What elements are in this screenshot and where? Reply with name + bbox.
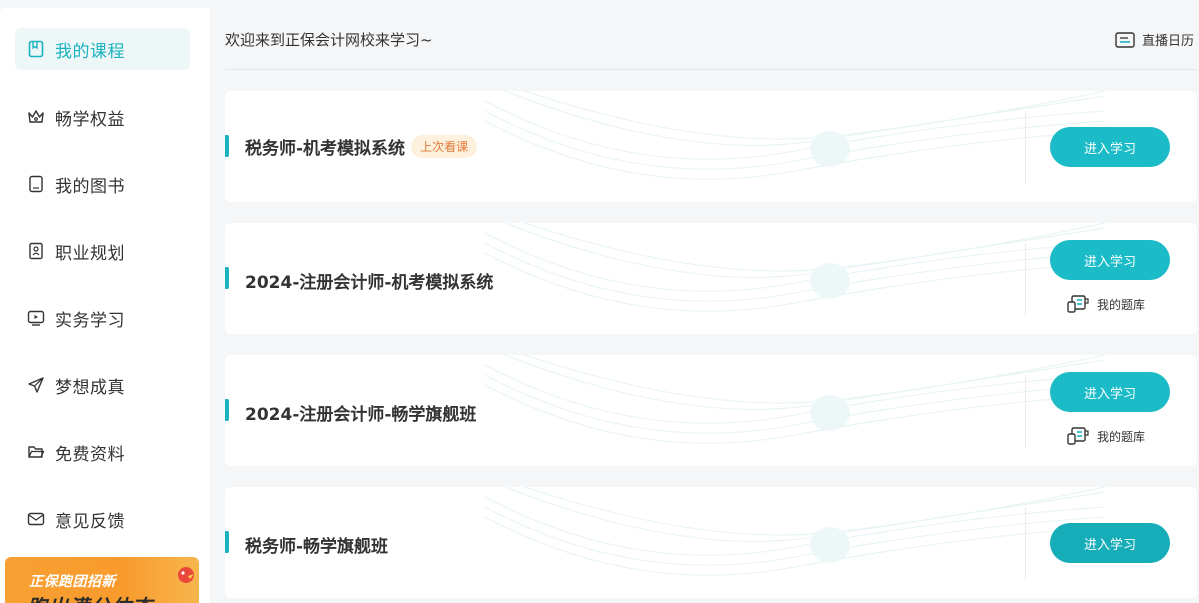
sidebar-item-label: 畅学权益 (55, 109, 125, 130)
enter-study-button[interactable]: 进入学习 (1050, 523, 1170, 563)
accent-bar (225, 135, 229, 157)
card-divider (1025, 375, 1026, 448)
question-bank-link[interactable]: 我的题库 (1067, 295, 1145, 313)
course-title-text: 税务师-畅学旗舰班 (245, 537, 389, 557)
live-calendar-link[interactable]: 直播日历 (1115, 30, 1194, 49)
course-title-text: 2024-注册会计师-机考模拟系统 (245, 273, 494, 293)
course-card: 税务师-机考模拟系统 上次看课 进入学习 (225, 91, 1197, 202)
question-bank-label: 我的题库 (1097, 297, 1146, 312)
enter-study-button[interactable]: 进入学习 (1050, 127, 1170, 167)
wave-decoration (485, 487, 1105, 576)
sidebar-item-label: 意见反馈 (55, 511, 125, 532)
wave-decoration (485, 355, 1105, 444)
sidebar-item-label: 实务学习 (55, 310, 125, 331)
course-title[interactable]: 2024-注册会计师-畅学旗舰班 (245, 400, 476, 425)
sidebar-item-feedback[interactable]: 意见反馈 (15, 498, 190, 540)
course-card: 2024-注册会计师-机考模拟系统 进入学习 我的题库 (225, 223, 1197, 334)
header-divider (225, 69, 1197, 70)
sidebar-item-label: 免费资料 (55, 444, 125, 465)
course-card: 税务师-畅学旗舰班 进入学习 (225, 487, 1197, 598)
question-bank-link[interactable]: 我的题库 (1067, 427, 1145, 445)
banner-line-1: 正保跑团招新 (29, 574, 116, 590)
enter-study-button[interactable]: 进入学习 (1050, 372, 1170, 412)
enter-study-button[interactable]: 进入学习 (1050, 240, 1170, 280)
mascot-icon (175, 565, 197, 587)
badge-icon (27, 242, 45, 260)
accent-bar (225, 399, 229, 421)
sidebar-item-benefits[interactable]: 畅学权益 (15, 96, 190, 138)
calendar-label: 直播日历 (1141, 34, 1194, 49)
sidebar-item-my-books[interactable]: 我的图书 (15, 163, 190, 205)
sidebar-item-dream[interactable]: 梦想成真 (15, 364, 190, 406)
sidebar: 我的课程 畅学权益 我的图书 职业规划 实务学习 梦想成真 免费资料 意见反馈 (0, 8, 210, 603)
sidebar-item-label: 梦想成真 (55, 377, 125, 398)
course-title-text: 2024-注册会计师-畅学旗舰班 (245, 405, 477, 425)
sidebar-item-label: 职业规划 (55, 243, 125, 264)
card-divider (1025, 243, 1026, 316)
welcome-text: 欢迎来到正保会计网校来学习~ (225, 31, 433, 49)
question-bank-label: 我的题库 (1097, 429, 1146, 444)
accent-bar (225, 531, 229, 553)
paper-plane-icon (27, 376, 45, 394)
calendar-icon (1115, 31, 1135, 48)
wave-decoration (485, 223, 1105, 312)
card-divider (1025, 111, 1026, 184)
recruit-banner[interactable]: 正保跑团招新 跑出满分体态 (5, 557, 199, 603)
last-watched-tag: 上次看课 (411, 135, 478, 158)
course-title[interactable]: 税务师-畅学旗舰班 (245, 532, 388, 557)
question-bank-icon (1067, 427, 1089, 445)
sidebar-item-practice[interactable]: 实务学习 (15, 297, 190, 339)
monitor-icon (27, 309, 45, 327)
bookmark-icon (27, 40, 45, 58)
course-card: 2024-注册会计师-畅学旗舰班 进入学习 我的题库 (225, 355, 1197, 466)
question-bank-icon (1067, 295, 1089, 313)
book-icon (27, 175, 45, 193)
wave-decoration (485, 91, 1105, 180)
card-divider (1025, 507, 1026, 580)
banner-line-2: 跑出满分体态 (27, 591, 153, 603)
course-title[interactable]: 2024-注册会计师-机考模拟系统 (245, 268, 493, 293)
course-title[interactable]: 税务师-机考模拟系统 上次看课 (245, 134, 478, 159)
sidebar-item-career-plan[interactable]: 职业规划 (15, 230, 190, 272)
sidebar-item-free-materials[interactable]: 免费资料 (15, 431, 190, 473)
folder-icon (27, 443, 45, 461)
sidebar-item-label: 我的图书 (55, 176, 125, 197)
accent-bar (225, 267, 229, 289)
mail-icon (27, 510, 45, 528)
course-title-text: 税务师-机考模拟系统 (245, 139, 406, 159)
sidebar-item-label: 我的课程 (55, 41, 125, 62)
crown-icon (27, 108, 45, 126)
sidebar-item-my-courses[interactable]: 我的课程 (15, 28, 190, 70)
